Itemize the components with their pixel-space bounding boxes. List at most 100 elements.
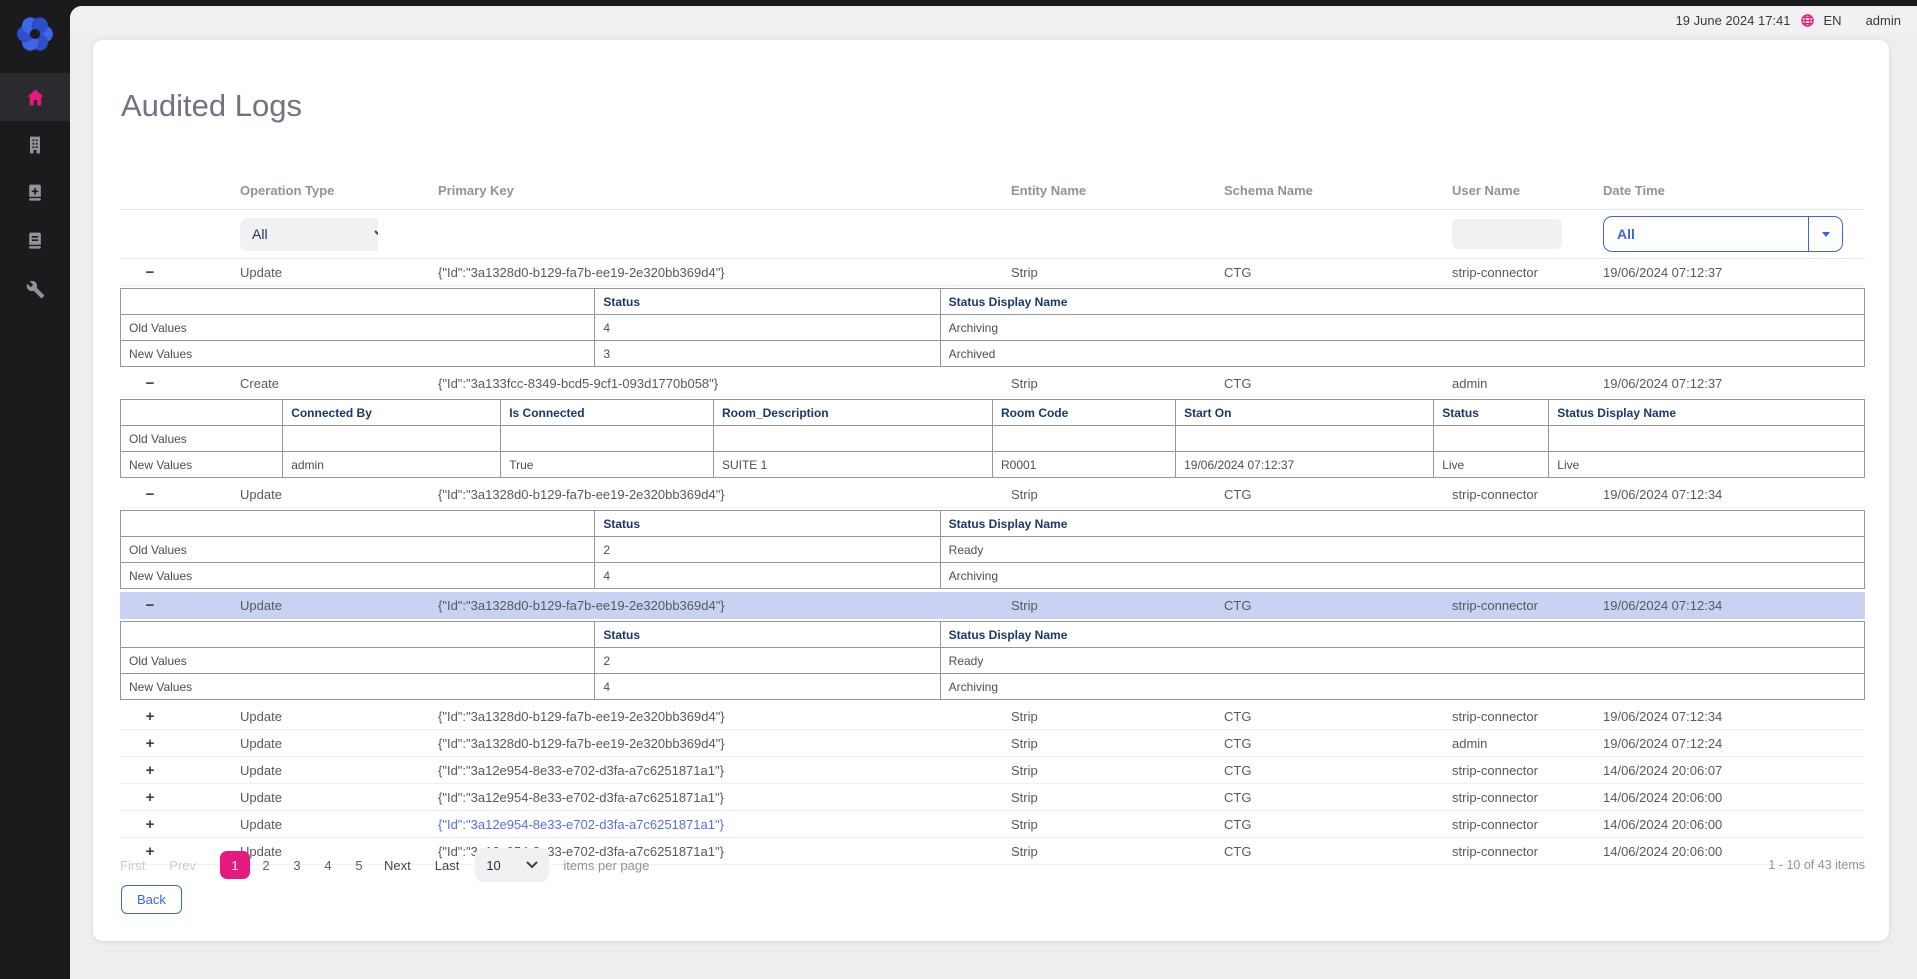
- cell-entity-name: Strip: [1011, 817, 1224, 832]
- detail-column-header: Room Code: [992, 400, 1175, 426]
- header-date-time[interactable]: Date Time: [1603, 183, 1865, 198]
- cell-date-time: 19/06/2024 07:12:34: [1603, 487, 1865, 502]
- sidebar-item-organization[interactable]: [0, 121, 70, 169]
- cell-date-time: 19/06/2024 07:12:24: [1603, 736, 1865, 751]
- expand-icon[interactable]: +: [146, 709, 155, 724]
- header-primary-key[interactable]: Primary Key: [378, 183, 1011, 198]
- last-page-button[interactable]: Last: [435, 858, 460, 873]
- sidebar-item-settings[interactable]: [0, 265, 70, 313]
- detail-corner-cell: [121, 511, 595, 537]
- detail-column-header: Status: [595, 622, 940, 648]
- table-row[interactable]: + Update{"Id":"3a1328d0-b129-fa7b-ee19-2e…: [120, 703, 1865, 730]
- detail-corner-cell: [121, 400, 283, 426]
- expand-icon[interactable]: +: [146, 763, 155, 778]
- date-time-filter-select[interactable]: All: [1603, 216, 1843, 252]
- date-time-filter-value: All: [1604, 217, 1808, 251]
- expand-icon[interactable]: +: [146, 736, 155, 751]
- header-operation-type[interactable]: Operation Type: [180, 183, 378, 198]
- audited-logs-card: Audited Logs Operation Type Primary Key …: [93, 40, 1889, 941]
- cell-primary-key: {"Id":"3a1328d0-b129-fa7b-ee19-2e320bb36…: [378, 265, 1011, 280]
- cell-operation-type: Update: [180, 817, 378, 832]
- cell-date-time: 19/06/2024 07:12:37: [1603, 376, 1865, 391]
- operation-type-filter-select[interactable]: All: [240, 218, 378, 251]
- detail-corner-cell: [121, 622, 595, 648]
- table-row[interactable]: −Update{"Id":"3a1328d0-b129-fa7b-ee19-2e…: [120, 481, 1865, 508]
- cell-operation-type: Update: [180, 709, 378, 724]
- expand-icon[interactable]: +: [146, 817, 155, 832]
- cell-expand: +: [120, 763, 180, 778]
- page-size-select[interactable]: 10: [475, 848, 549, 882]
- detail-value-cell: SUITE 1: [713, 452, 992, 478]
- collapse-icon[interactable]: −: [146, 376, 155, 391]
- cell-expand: −: [120, 265, 180, 280]
- cell-expand: −: [120, 487, 180, 502]
- table-row[interactable]: −Update{"Id":"3a1328d0-b129-fa7b-ee19-2e…: [120, 592, 1865, 619]
- table-row[interactable]: +Update{"Id":"3a12e954-8e33-e702-d3fa-a7…: [120, 757, 1865, 784]
- detail-value-cell: [1176, 426, 1434, 452]
- table-row[interactable]: +Update{"Id":"3a12e954-8e33-e702-d3fa-a7…: [120, 811, 1865, 838]
- filter-user-cell: [1452, 219, 1603, 249]
- cell-operation-type: Update: [180, 763, 378, 778]
- header-user-name[interactable]: User Name: [1452, 183, 1603, 198]
- detail-value-cell: Archiving: [940, 315, 1864, 341]
- detail-value-cell: Live: [1549, 452, 1865, 478]
- sidebar-item-journal[interactable]: [0, 217, 70, 265]
- header-schema-name[interactable]: Schema Name: [1224, 183, 1452, 198]
- cell-user-name: admin: [1452, 736, 1603, 751]
- table-row[interactable]: −Create{"Id":"3a133fcc-8349-bcd5-9cf1-09…: [120, 370, 1865, 397]
- cell-schema-name: CTG: [1224, 487, 1452, 502]
- user-menu[interactable]: admin: [1866, 13, 1901, 28]
- first-page-button[interactable]: First: [120, 858, 145, 873]
- page-button-1[interactable]: 1: [220, 851, 250, 879]
- table-row[interactable]: +Update{"Id":"3a1328d0-b129-fa7b-ee19-2e…: [120, 730, 1865, 757]
- detail-value-cell: Live: [1434, 452, 1549, 478]
- detail-corner-cell: [121, 289, 595, 315]
- detail-column-header: Status: [595, 511, 940, 537]
- app-logo: [13, 12, 57, 56]
- prev-page-button[interactable]: Prev: [169, 858, 196, 873]
- cell-operation-type: Update: [180, 487, 378, 502]
- cell-primary-key: {"Id":"3a1328d0-b129-fa7b-ee19-2e320bb36…: [378, 709, 1011, 724]
- table-row[interactable]: +Update{"Id":"3a12e954-8e33-e702-d3fa-a7…: [120, 784, 1865, 811]
- items-per-page-label: items per page: [563, 858, 649, 873]
- cell-user-name: strip-connector: [1452, 265, 1603, 280]
- sidebar-item-home[interactable]: [0, 73, 70, 121]
- page-button-4[interactable]: 4: [313, 851, 343, 879]
- table-row[interactable]: − Update{"Id":"3a1328d0-b129-fa7b-ee19-2e…: [120, 259, 1865, 286]
- page-button-2[interactable]: 2: [251, 851, 281, 879]
- detail-value-cell: 4: [595, 674, 940, 700]
- page-button-5[interactable]: 5: [344, 851, 374, 879]
- user-name-filter-input[interactable]: [1452, 219, 1562, 249]
- detail-column-header: Room_Description: [713, 400, 992, 426]
- detail-value-cell: Archiving: [940, 563, 1864, 589]
- detail-row-label: New Values: [121, 674, 595, 700]
- detail-value-cell: True: [501, 452, 714, 478]
- back-button[interactable]: Back: [121, 885, 182, 914]
- cell-user-name: strip-connector: [1452, 763, 1603, 778]
- cell-expand: −: [120, 598, 180, 613]
- sidebar-item-registry-add[interactable]: [0, 169, 70, 217]
- cell-user-name: strip-connector: [1452, 790, 1603, 805]
- collapse-icon[interactable]: −: [146, 265, 155, 280]
- detail-value-cell: [1434, 426, 1549, 452]
- detail-column-header: Status Display Name: [940, 289, 1864, 315]
- collapse-icon[interactable]: −: [146, 487, 155, 502]
- detail-value-cell: 4: [595, 315, 940, 341]
- detail-row-label: New Values: [121, 341, 595, 367]
- page-button-3[interactable]: 3: [282, 851, 312, 879]
- header-entity-name[interactable]: Entity Name: [1011, 183, 1224, 198]
- caret-down-icon: [1822, 232, 1830, 237]
- language-selector[interactable]: EN: [1824, 13, 1842, 28]
- date-time-filter-caret-button[interactable]: [1808, 217, 1842, 251]
- cell-user-name: admin: [1452, 376, 1603, 391]
- next-page-button[interactable]: Next: [384, 858, 411, 873]
- pagination-bar: First Prev 12345 Next Last 10 items per …: [120, 848, 1865, 882]
- cell-schema-name: CTG: [1224, 763, 1452, 778]
- detail-column-header: Status Display Name: [1549, 400, 1865, 426]
- expand-icon[interactable]: +: [146, 790, 155, 805]
- cell-primary-key: {"Id":"3a133fcc-8349-bcd5-9cf1-093d1770b…: [378, 376, 1011, 391]
- cell-date-time: 19/06/2024 07:12:34: [1603, 598, 1865, 613]
- detail-row-label: Old Values: [121, 315, 595, 341]
- cell-operation-type: Update: [180, 265, 378, 280]
- collapse-icon[interactable]: −: [146, 598, 155, 613]
